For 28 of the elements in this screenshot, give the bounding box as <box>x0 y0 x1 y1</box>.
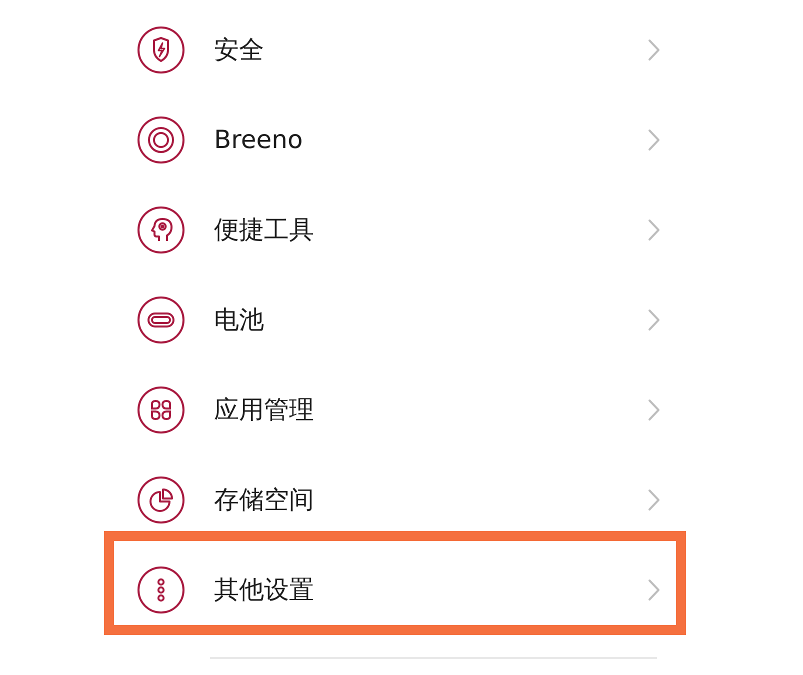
settings-item[interactable]: 存储空间 <box>0 455 803 545</box>
settings-item-label: 应用管理 <box>214 395 314 425</box>
chevron-right-icon <box>648 309 660 331</box>
settings-item-label: 存储空间 <box>214 485 314 515</box>
concentric-circles-icon <box>137 116 185 164</box>
battery-icon <box>137 296 185 344</box>
settings-item-label: 安全 <box>214 35 264 65</box>
chevron-right-icon <box>648 579 660 601</box>
settings-item[interactable]: Breeno <box>0 95 803 185</box>
settings-item-label: Breeno <box>214 125 303 155</box>
chevron-right-icon <box>648 129 660 151</box>
settings-item-label: 其他设置 <box>214 575 314 605</box>
chevron-right-icon <box>648 219 660 241</box>
settings-item[interactable]: 其他设置 <box>0 545 803 635</box>
settings-item[interactable]: 电池 <box>0 275 803 365</box>
head-target-icon <box>137 206 185 254</box>
three-dots-icon <box>137 566 185 614</box>
chevron-right-icon <box>648 399 660 421</box>
settings-item-label: 便捷工具 <box>214 215 314 245</box>
four-petals-icon <box>137 386 185 434</box>
pie-chart-icon <box>137 476 185 524</box>
chevron-right-icon <box>648 489 660 511</box>
settings-item[interactable]: 应用管理 <box>0 365 803 455</box>
settings-item[interactable]: 便捷工具 <box>0 185 803 275</box>
settings-item-label: 电池 <box>214 305 264 335</box>
settings-item[interactable]: 安全 <box>0 5 803 95</box>
chevron-right-icon <box>648 39 660 61</box>
shield-lightning-icon <box>137 26 185 74</box>
